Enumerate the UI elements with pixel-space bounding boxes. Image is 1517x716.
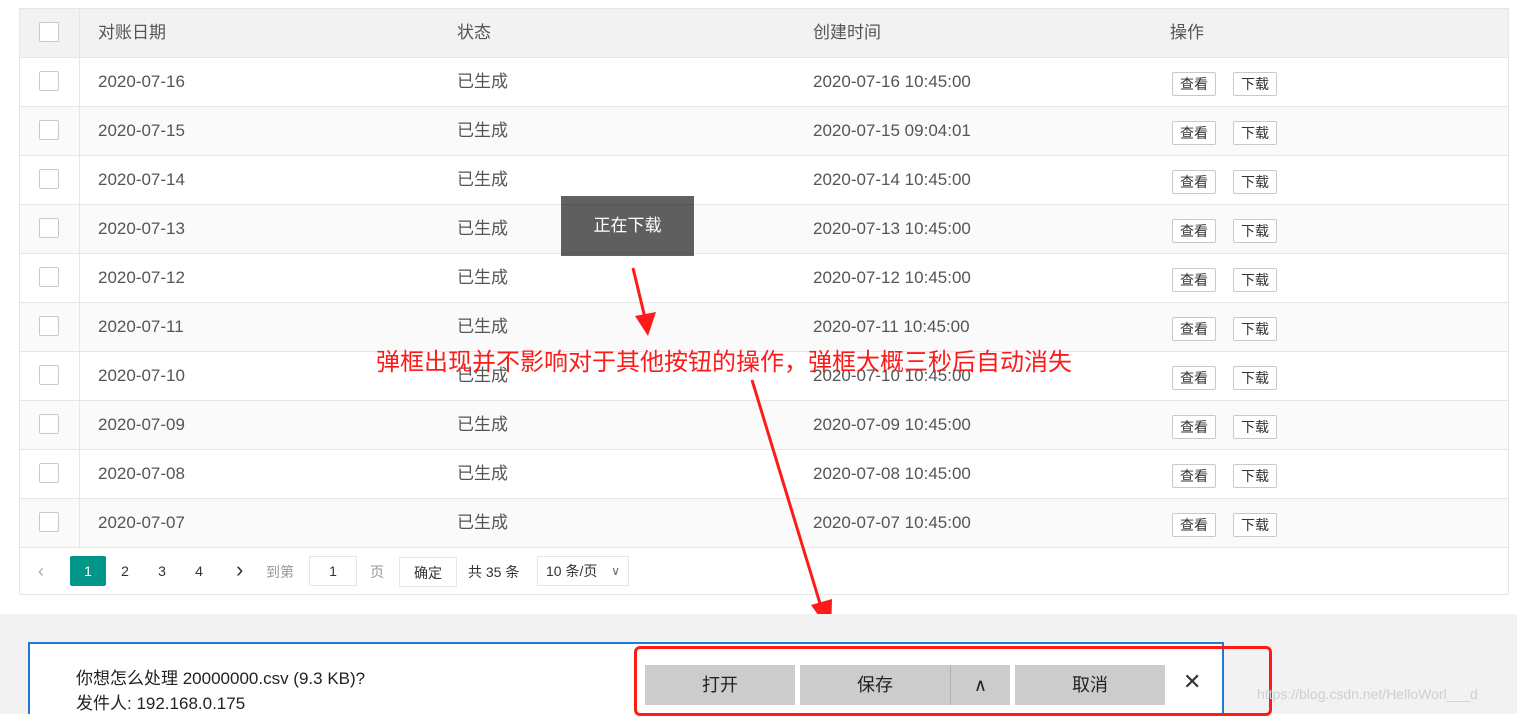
- view-button[interactable]: 查看: [1172, 268, 1216, 292]
- chevron-right-icon[interactable]: ›: [236, 557, 243, 583]
- view-button[interactable]: 查看: [1172, 513, 1216, 537]
- table-row: 2020-07-07 已生成 2020-07-07 10:45:00 查看 下载: [20, 499, 1508, 548]
- page-size-select[interactable]: 10 条/页 ∨: [537, 556, 629, 586]
- goto-page-input[interactable]: [309, 556, 357, 586]
- download-question: 你想怎么处理 20000000.csv (9.3 KB)?: [76, 669, 366, 688]
- download-button[interactable]: 下载: [1233, 72, 1277, 96]
- download-toast: 正在下载: [561, 196, 694, 256]
- row-checkbox[interactable]: [39, 463, 59, 483]
- download-button[interactable]: 下载: [1233, 170, 1277, 194]
- chevron-down-icon: ∨: [611, 564, 620, 578]
- cell-date: 2020-07-11: [98, 317, 184, 336]
- view-button[interactable]: 查看: [1172, 464, 1216, 488]
- select-all-checkbox[interactable]: [39, 22, 59, 42]
- download-button[interactable]: 下载: [1233, 513, 1277, 537]
- view-button[interactable]: 查看: [1172, 121, 1216, 145]
- page-2[interactable]: 2: [107, 556, 143, 586]
- header-date: 对账日期: [98, 23, 166, 42]
- table-row: 2020-07-15 已生成 2020-07-15 09:04:01 查看 下载: [20, 107, 1508, 156]
- cell-date: 2020-07-07: [98, 513, 185, 532]
- download-button[interactable]: 下载: [1233, 121, 1277, 145]
- table-row: 2020-07-16 已生成 2020-07-16 10:45:00 查看 下载: [20, 58, 1508, 107]
- table-row: 2020-07-09 已生成 2020-07-09 10:45:00 查看 下载: [20, 401, 1508, 450]
- page-unit-label: 页: [370, 564, 384, 580]
- cell-status: 已生成: [457, 513, 508, 532]
- table-row: 2020-07-12 已生成 2020-07-12 10:45:00 查看 下载: [20, 254, 1508, 303]
- cell-status: 已生成: [457, 219, 508, 238]
- cell-created: 2020-07-07 10:45:00: [813, 513, 971, 532]
- row-checkbox[interactable]: [39, 71, 59, 91]
- page-3[interactable]: 3: [144, 556, 180, 586]
- view-button[interactable]: 查看: [1172, 415, 1216, 439]
- cell-status: 已生成: [457, 121, 508, 140]
- header-action: 操作: [1170, 23, 1204, 42]
- pagination: ‹ 1 2 3 4 › 到第 页 确定 共 35 条 10 条/页 ∨: [20, 547, 1508, 595]
- table-row: 2020-07-08 已生成 2020-07-08 10:45:00 查看 下载: [20, 450, 1508, 499]
- cell-created: 2020-07-16 10:45:00: [813, 72, 971, 91]
- chevron-left-icon[interactable]: ‹: [38, 561, 44, 582]
- view-button[interactable]: 查看: [1172, 72, 1216, 96]
- cell-date: 2020-07-09: [98, 415, 185, 434]
- cell-date: 2020-07-08: [98, 464, 185, 483]
- cell-status: 已生成: [457, 464, 508, 483]
- download-button[interactable]: 下载: [1233, 317, 1277, 341]
- row-checkbox[interactable]: [39, 512, 59, 532]
- row-checkbox[interactable]: [39, 316, 59, 336]
- row-checkbox[interactable]: [39, 414, 59, 434]
- page-4[interactable]: 4: [181, 556, 217, 586]
- cell-date: 2020-07-10: [98, 366, 185, 385]
- row-checkbox[interactable]: [39, 365, 59, 385]
- cell-status: 已生成: [457, 415, 508, 434]
- cell-date: 2020-07-13: [98, 219, 185, 238]
- download-button[interactable]: 下载: [1233, 219, 1277, 243]
- cell-created: 2020-07-08 10:45:00: [813, 464, 971, 483]
- download-button[interactable]: 下载: [1233, 268, 1277, 292]
- view-button[interactable]: 查看: [1172, 170, 1216, 194]
- cell-created: 2020-07-13 10:45:00: [813, 219, 971, 238]
- row-checkbox[interactable]: [39, 267, 59, 287]
- header-status: 状态: [457, 23, 491, 42]
- goto-confirm-button[interactable]: 确定: [399, 557, 457, 587]
- header-created: 创建时间: [813, 23, 881, 42]
- cell-date: 2020-07-15: [98, 121, 185, 140]
- cell-date: 2020-07-14: [98, 170, 185, 189]
- page-size-value: 10 条/页: [546, 563, 598, 579]
- annotation-text: 弹框出现并不影响对于其他按钮的操作，弹框大概三秒后自动消失: [376, 348, 1072, 376]
- goto-label: 到第: [266, 564, 294, 580]
- row-checkbox[interactable]: [39, 169, 59, 189]
- reconciliation-table: 对账日期 状态 创建时间 操作 2020-07-16 已生成 2020-07-16 …: [19, 8, 1509, 595]
- cell-created: 2020-07-15 09:04:01: [813, 121, 971, 140]
- table-header: 对账日期 状态 创建时间 操作: [20, 9, 1508, 58]
- row-checkbox[interactable]: [39, 120, 59, 140]
- cell-status: 已生成: [457, 268, 508, 287]
- cell-created: 2020-07-09 10:45:00: [813, 415, 971, 434]
- view-button[interactable]: 查看: [1172, 366, 1216, 390]
- table-row: 2020-07-14 已生成 2020-07-14 10:45:00 查看 下载: [20, 156, 1508, 205]
- cell-date: 2020-07-12: [98, 268, 185, 287]
- cell-status: 已生成: [457, 72, 508, 91]
- download-button[interactable]: 下载: [1233, 366, 1277, 390]
- watermark: https://blog.csdn.net/HelloWorl___d: [1257, 686, 1478, 702]
- cell-created: 2020-07-12 10:45:00: [813, 268, 971, 287]
- row-checkbox[interactable]: [39, 218, 59, 238]
- download-sender: 发件人: 192.168.0.175: [76, 694, 246, 713]
- page-1[interactable]: 1: [70, 556, 106, 586]
- view-button[interactable]: 查看: [1172, 317, 1216, 341]
- download-button[interactable]: 下载: [1233, 415, 1277, 439]
- annotation-highlight-frame: [634, 646, 1272, 716]
- view-button[interactable]: 查看: [1172, 219, 1216, 243]
- cell-date: 2020-07-16: [98, 72, 185, 91]
- total-count: 共 35 条: [468, 564, 520, 580]
- table-row: 2020-07-13 已生成 2020-07-13 10:45:00 查看 下载: [20, 205, 1508, 254]
- cell-created: 2020-07-14 10:45:00: [813, 170, 971, 189]
- cell-status: 已生成: [457, 170, 508, 189]
- download-button[interactable]: 下载: [1233, 464, 1277, 488]
